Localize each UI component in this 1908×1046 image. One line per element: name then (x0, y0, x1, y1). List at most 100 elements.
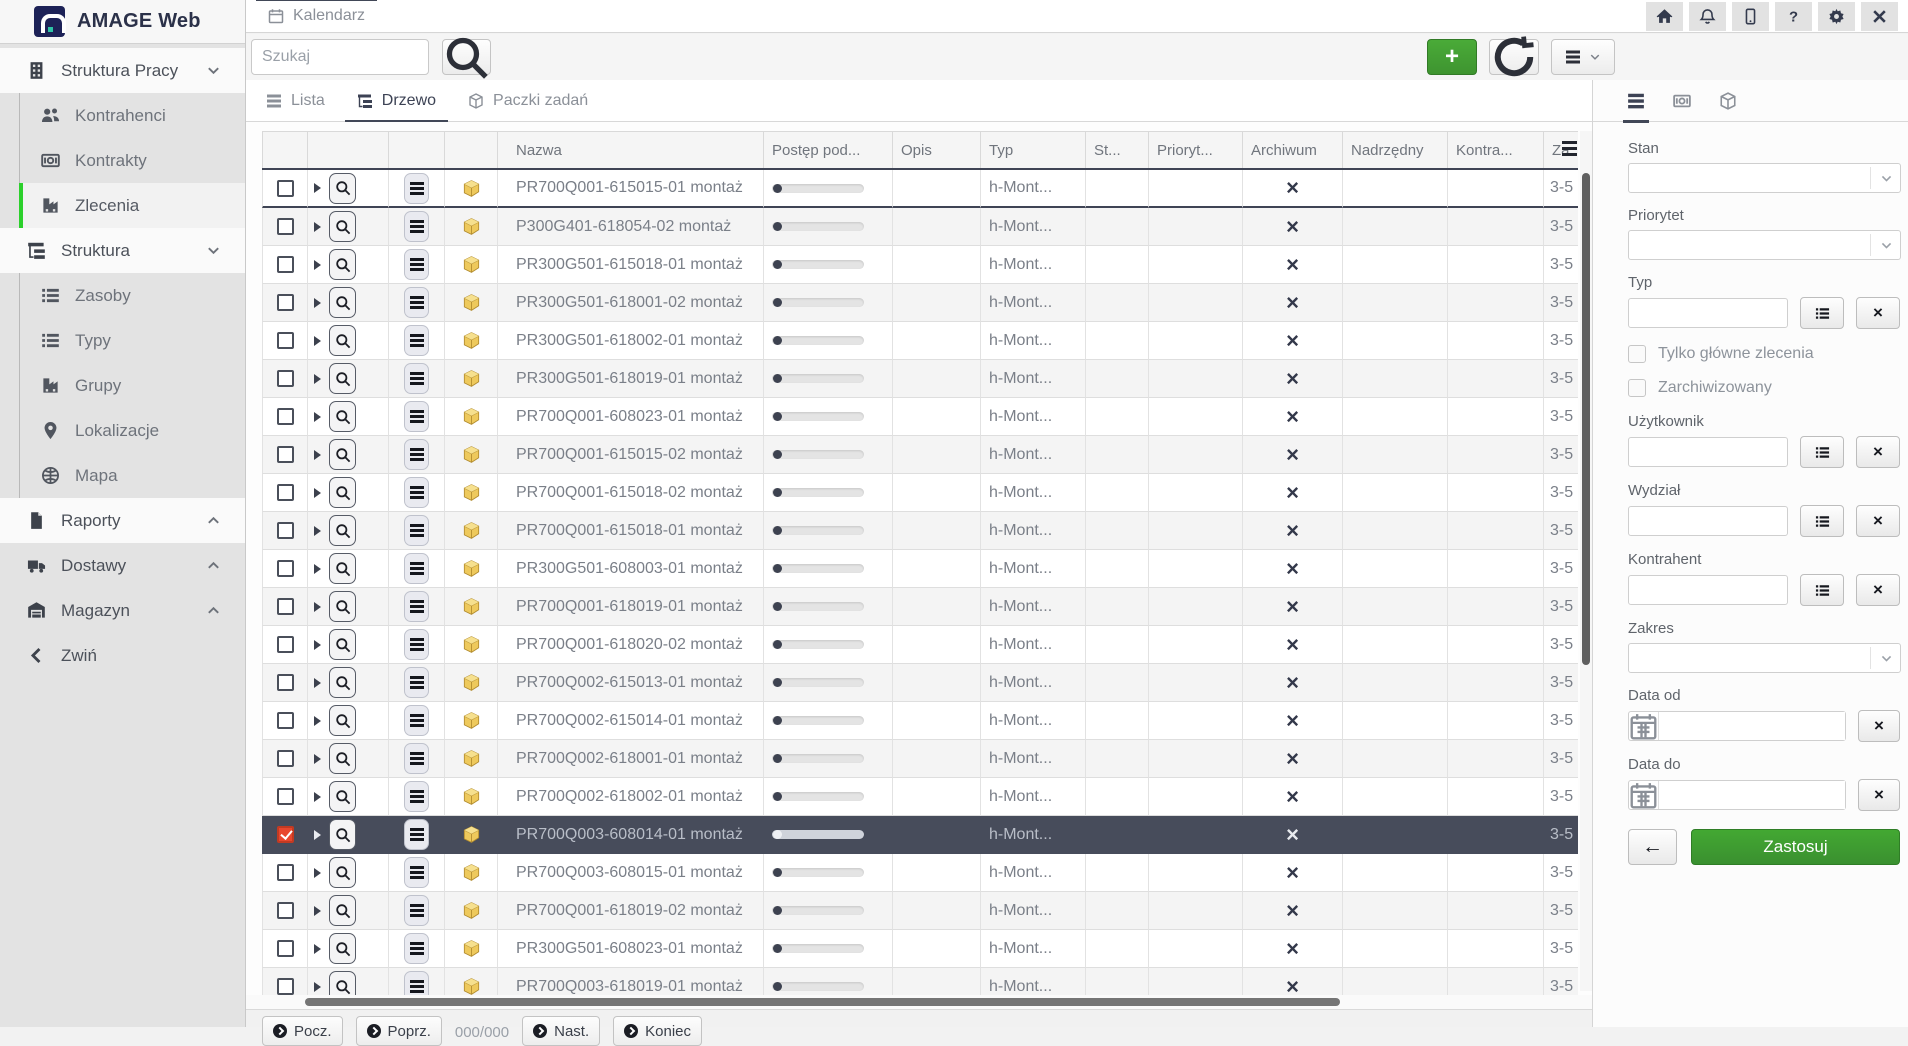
row-checkbox[interactable] (277, 408, 294, 425)
row-checkbox[interactable] (277, 370, 294, 387)
row-preview-button[interactable] (329, 249, 356, 280)
table-row[interactable]: PR700Q001-608023-01 montaż h-Mont... × 3… (262, 398, 1578, 436)
filter-select-stan[interactable] (1628, 163, 1901, 193)
column-header-nadrzedny[interactable]: Nadrzędny (1343, 132, 1448, 168)
expand-arrow-icon[interactable] (314, 183, 321, 193)
expand-arrow-icon[interactable] (314, 336, 321, 346)
row-menu-button[interactable] (404, 553, 429, 584)
filter-tab-card[interactable] (1671, 80, 1693, 122)
expand-arrow-icon[interactable] (314, 526, 321, 536)
pager-next-button[interactable]: Nast. (522, 1016, 600, 1046)
expand-arrow-icon[interactable] (314, 412, 321, 422)
sidebar-item-zlecenia[interactable]: Zlecenia (19, 183, 245, 228)
row-preview-button[interactable] (329, 515, 356, 546)
row-checkbox[interactable] (277, 294, 294, 311)
add-button[interactable]: + (1427, 39, 1477, 75)
table-row[interactable]: PR300G501-608003-01 montaż h-Mont... × 3… (262, 550, 1578, 588)
table-row[interactable]: PR700Q001-615018-02 montaż h-Mont... × 3… (262, 474, 1578, 512)
filter-clear-wydzial-button[interactable]: × (1856, 505, 1900, 537)
row-checkbox[interactable] (277, 522, 294, 539)
row-checkbox[interactable] (277, 218, 294, 235)
filter-pick-kontrahent-button[interactable] (1800, 574, 1844, 606)
sidebar-item-lokalizacje[interactable]: Lokalizacje (19, 408, 245, 453)
filter-checkbox-zarchiwizowany[interactable]: Zarchiwizowany (1628, 379, 1900, 397)
row-menu-button[interactable] (404, 477, 429, 508)
row-preview-button[interactable] (329, 819, 356, 850)
sidebar-item-dostawy[interactable]: Dostawy (0, 543, 245, 588)
row-preview-button[interactable] (329, 325, 356, 356)
row-preview-button[interactable] (329, 895, 356, 926)
row-preview-button[interactable] (329, 173, 356, 204)
table-row[interactable]: PR300G501-618002-01 montaż h-Mont... × 3… (262, 322, 1578, 360)
row-checkbox[interactable] (277, 446, 294, 463)
row-checkbox[interactable] (277, 902, 294, 919)
row-checkbox[interactable] (277, 636, 294, 653)
expand-arrow-icon[interactable] (314, 374, 321, 384)
column-header-nazwa[interactable]: Nazwa (498, 132, 764, 168)
bell-button[interactable] (1689, 2, 1726, 31)
filter-select-priorytet[interactable] (1628, 230, 1901, 260)
row-menu-button[interactable] (404, 819, 429, 850)
expand-arrow-icon[interactable] (314, 260, 321, 270)
refresh-button[interactable] (1489, 39, 1539, 75)
row-menu-button[interactable] (404, 629, 429, 660)
table-row[interactable]: PR300G501-618001-02 montaż h-Mont... × 3… (262, 284, 1578, 322)
filter-clear-data-od-button[interactable]: × (1858, 710, 1900, 742)
expand-arrow-icon[interactable] (314, 678, 321, 688)
filter-date-data-od[interactable] (1628, 711, 1846, 741)
row-menu-button[interactable] (404, 895, 429, 926)
expand-arrow-icon[interactable] (314, 640, 321, 650)
expand-arrow-icon[interactable] (314, 488, 321, 498)
table-row[interactable]: PR300G501-615018-01 montaż h-Mont... × 3… (262, 246, 1578, 284)
column-header-col2[interactable] (389, 132, 445, 168)
sidebar-item-zasoby[interactable]: Zasoby (19, 273, 245, 318)
expand-arrow-icon[interactable] (314, 450, 321, 460)
pager-last-button[interactable]: Koniec (613, 1016, 702, 1046)
home-button[interactable] (1646, 2, 1683, 31)
checkbox-box[interactable] (1628, 345, 1646, 363)
filter-input-kontrahent[interactable] (1628, 575, 1788, 605)
row-checkbox[interactable] (277, 598, 294, 615)
filter-tab-bars[interactable] (1625, 80, 1647, 122)
row-menu-button[interactable] (404, 857, 429, 888)
row-menu-button[interactable] (404, 249, 429, 280)
expand-arrow-icon[interactable] (314, 982, 321, 992)
row-preview-button[interactable] (329, 629, 356, 660)
table-row[interactable]: PR700Q002-618001-01 montaż h-Mont... × 3… (262, 740, 1578, 778)
row-checkbox[interactable] (277, 826, 294, 843)
horizontal-scrollbar[interactable] (246, 995, 1592, 1009)
table-row[interactable]: PR300G501-618019-01 montaż h-Mont... × 3… (262, 360, 1578, 398)
row-menu-button[interactable] (404, 173, 429, 204)
row-preview-button[interactable] (329, 743, 356, 774)
sidebar-item-struktura-pracy[interactable]: Struktura Pracy (0, 48, 245, 93)
sidebar-item-struktura[interactable]: Struktura (0, 228, 245, 273)
filter-tab-boxo[interactable] (1717, 80, 1739, 122)
expand-arrow-icon[interactable] (314, 830, 321, 840)
row-preview-button[interactable] (329, 667, 356, 698)
table-row[interactable]: PR300G501-608023-01 montaż h-Mont... × 3… (262, 930, 1578, 968)
row-checkbox[interactable] (277, 332, 294, 349)
row-menu-button[interactable] (404, 933, 429, 964)
column-header-kontra-[interactable]: Kontra... (1448, 132, 1544, 168)
row-preview-button[interactable] (329, 857, 356, 888)
expand-arrow-icon[interactable] (314, 716, 321, 726)
row-checkbox[interactable] (277, 864, 294, 881)
gear-button[interactable] (1818, 2, 1855, 31)
row-menu-button[interactable] (404, 363, 429, 394)
row-checkbox[interactable] (277, 978, 294, 995)
sidebar-item-raporty[interactable]: Raporty (0, 498, 245, 543)
table-row[interactable]: PR700Q001-618019-01 montaż h-Mont... × 3… (262, 588, 1578, 626)
row-preview-button[interactable] (329, 933, 356, 964)
filter-input-wydzial[interactable] (1628, 506, 1788, 536)
view-menu-button[interactable] (1551, 39, 1615, 75)
row-menu-button[interactable] (404, 705, 429, 736)
row-checkbox[interactable] (277, 256, 294, 273)
table-row[interactable]: PR700Q002-618002-01 montaż h-Mont... × 3… (262, 778, 1578, 816)
back-button[interactable]: ← (1628, 829, 1677, 865)
column-header-postep-pod-[interactable]: Postęp pod... (764, 132, 893, 168)
row-preview-button[interactable] (329, 439, 356, 470)
row-menu-button[interactable] (404, 515, 429, 546)
row-checkbox[interactable] (277, 712, 294, 729)
expand-arrow-icon[interactable] (314, 602, 321, 612)
subtab-lista[interactable]: Lista (254, 80, 337, 122)
